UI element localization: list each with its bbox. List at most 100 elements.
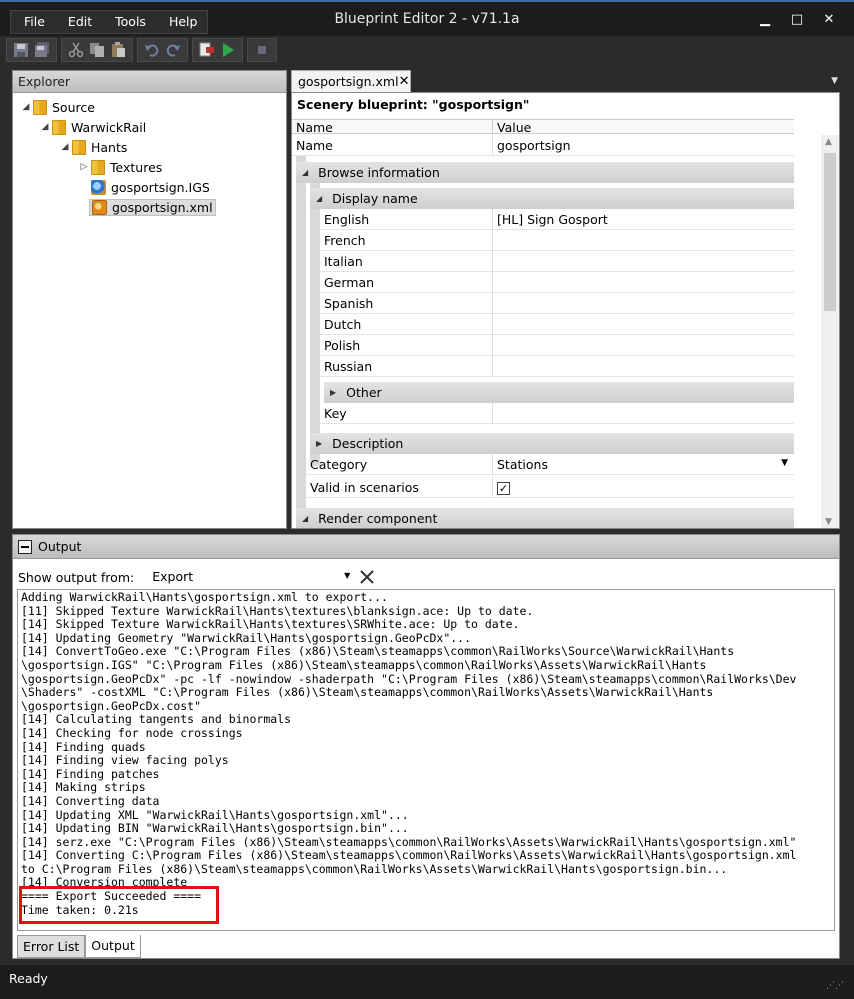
close-button[interactable]: ✕ bbox=[818, 10, 840, 30]
property-row-dutch: Dutch bbox=[320, 314, 794, 335]
tab-gosportsign-xml[interactable]: gosportsign.xml ✕ bbox=[291, 70, 411, 93]
column-header-value: Value bbox=[497, 120, 532, 135]
group-browse-information[interactable]: ◢ Browse information bbox=[296, 162, 794, 183]
grid-header: Name Value bbox=[292, 119, 794, 135]
category-select[interactable]: Stations ▼ bbox=[493, 454, 794, 474]
property-row-german: German bbox=[320, 272, 794, 293]
cut-icon[interactable] bbox=[68, 42, 84, 58]
key-value-field[interactable] bbox=[493, 403, 794, 423]
menu-tools[interactable]: Tools bbox=[102, 11, 156, 33]
expanded-arrow-icon[interactable]: ◢ bbox=[38, 122, 52, 132]
indent-guide bbox=[310, 183, 320, 466]
stop-icon[interactable] bbox=[254, 42, 270, 58]
output-log[interactable]: Adding WarwickRail\Hants\gosportsign.xml… bbox=[17, 589, 835, 931]
save-all-icon[interactable] bbox=[34, 42, 50, 58]
minimize-button[interactable]: ▁ bbox=[754, 10, 776, 30]
group-render-component[interactable]: ◢ Render component bbox=[296, 508, 794, 528]
menu-help[interactable]: Help bbox=[156, 11, 208, 33]
collapsed-arrow-icon[interactable]: ▷ bbox=[77, 162, 91, 172]
tree-node-label: Hants bbox=[91, 139, 128, 155]
group-label: Display name bbox=[332, 191, 418, 206]
dutch-value-field[interactable] bbox=[493, 314, 794, 334]
expanded-arrow-icon[interactable]: ◢ bbox=[19, 102, 33, 112]
property-row-french: French bbox=[320, 230, 794, 251]
document-tab-strip: gosportsign.xml ✕ ▼ bbox=[291, 70, 840, 93]
run-icon[interactable] bbox=[220, 42, 236, 58]
log-line: \gosportsign.IGS" "C:\Program Files (x86… bbox=[21, 657, 707, 672]
menu-file[interactable]: File bbox=[11, 11, 55, 33]
output-source-value: Export bbox=[152, 569, 194, 584]
tab-error-list[interactable]: Error List bbox=[17, 935, 86, 958]
menu-edit[interactable]: Edit bbox=[55, 11, 102, 33]
property-row-english: English [HL] Sign Gosport bbox=[320, 209, 794, 230]
tree-node-xml-file[interactable]: gosportsign.xml bbox=[13, 197, 286, 217]
paste-icon[interactable] bbox=[110, 42, 126, 58]
tree-node-igs-file[interactable]: gosportsign.IGS bbox=[13, 177, 286, 197]
property-row-category: Category Stations ▼ bbox=[306, 454, 794, 475]
tab-close-icon[interactable]: ✕ bbox=[399, 74, 410, 90]
name-value-field[interactable]: gosportsign bbox=[493, 135, 794, 155]
clear-output-icon[interactable] bbox=[359, 569, 375, 585]
property-row-polish: Polish bbox=[320, 335, 794, 356]
scroll-up-icon[interactable]: ▲ bbox=[825, 137, 832, 147]
property-label: Category bbox=[306, 454, 493, 474]
log-line: [14] Calculating tangents and binormals bbox=[21, 712, 292, 727]
expanded-arrow-icon[interactable]: ◢ bbox=[58, 142, 72, 152]
log-line: [14] Skipped Texture WarwickRail\Hants\t… bbox=[21, 617, 520, 632]
french-value-field[interactable] bbox=[493, 230, 794, 250]
tab-output[interactable]: Output bbox=[85, 935, 141, 958]
export-icon[interactable] bbox=[199, 42, 215, 58]
property-row-name: Name gosportsign bbox=[292, 135, 794, 156]
undo-icon[interactable] bbox=[144, 42, 160, 58]
property-grid-scrollbar[interactable]: ▲ ▼ bbox=[821, 135, 839, 528]
log-line: [14] Checking for node crossings bbox=[21, 725, 243, 740]
log-line: \Shaders" -costXML "C:\Program Files (x8… bbox=[21, 685, 714, 700]
maximize-button[interactable]: □ bbox=[786, 10, 808, 30]
italian-value-field[interactable] bbox=[493, 251, 794, 271]
group-other[interactable]: ▶ Other bbox=[324, 382, 794, 403]
log-line: [14] Updating Geometry "WarwickRail\Hant… bbox=[21, 630, 472, 645]
property-row-key: Key bbox=[320, 403, 794, 424]
tab-label: gosportsign.xml bbox=[298, 74, 399, 89]
tree-node-warwickrail[interactable]: ◢ WarwickRail bbox=[13, 117, 286, 137]
property-grid: Name gosportsign ◢ Browse information ◢ … bbox=[292, 135, 794, 528]
save-icon[interactable] bbox=[13, 42, 29, 58]
scroll-down-icon[interactable]: ▼ bbox=[825, 517, 832, 527]
polish-value-field[interactable] bbox=[493, 335, 794, 355]
group-label: Render component bbox=[318, 511, 438, 526]
property-row-italian: Italian bbox=[320, 251, 794, 272]
german-value-field[interactable] bbox=[493, 272, 794, 292]
collapse-icon[interactable] bbox=[18, 539, 32, 554]
spanish-value-field[interactable] bbox=[493, 293, 794, 313]
scrollbar-thumb[interactable] bbox=[824, 153, 836, 311]
tree-node-hants[interactable]: ◢ Hants bbox=[13, 137, 286, 157]
property-label: French bbox=[320, 230, 493, 250]
tree-node-textures[interactable]: ▷ Textures bbox=[13, 157, 286, 177]
resize-grip-icon[interactable]: ⋰⋰ bbox=[826, 981, 844, 991]
valid-in-scenarios-checkbox[interactable]: ✓ bbox=[497, 482, 510, 495]
tab-list-dropdown-icon[interactable]: ▼ bbox=[831, 76, 838, 86]
toolbar-group-edit bbox=[61, 38, 133, 62]
log-line: \gosportsign.GeoPcDx" -pc -lf -nowindow … bbox=[21, 671, 797, 686]
russian-value-field[interactable] bbox=[493, 356, 794, 376]
tree-node-label: Textures bbox=[110, 159, 163, 175]
log-line: to C:\Program Files (x86)\Steam\steamapp… bbox=[21, 861, 728, 876]
chevron-down-icon: ▼ bbox=[781, 458, 788, 468]
folder-icon bbox=[33, 99, 47, 115]
log-line: [11] Skipped Texture WarwickRail\Hants\t… bbox=[21, 603, 534, 618]
english-value-field[interactable]: [HL] Sign Gosport bbox=[493, 209, 794, 229]
group-display-name[interactable]: ◢ Display name bbox=[310, 188, 794, 209]
log-line: [14] Making strips bbox=[21, 780, 146, 795]
redo-icon[interactable] bbox=[165, 42, 181, 58]
property-label: Dutch bbox=[320, 314, 493, 334]
tree-node-source[interactable]: ◢ Source bbox=[13, 97, 286, 117]
output-bottom-tabs: Error List Output bbox=[17, 935, 141, 958]
explorer-title: Explorer bbox=[13, 71, 286, 93]
property-row-russian: Russian bbox=[320, 356, 794, 377]
indent-guide bbox=[296, 156, 306, 528]
property-label: Valid in scenarios bbox=[306, 477, 493, 497]
copy-icon[interactable] bbox=[89, 42, 105, 58]
output-source-select[interactable]: Export ▼ bbox=[148, 567, 353, 587]
checkbox-cell: ✓ bbox=[493, 477, 794, 497]
group-description[interactable]: ▶ Description bbox=[310, 433, 794, 454]
